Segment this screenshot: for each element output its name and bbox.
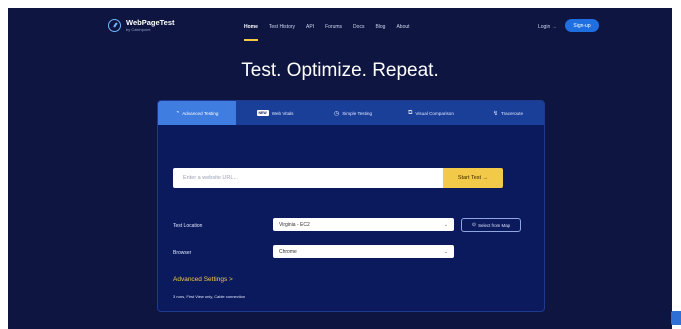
- page-frame: WebPageTest by Catchpoint Home Test Hist…: [8, 8, 672, 329]
- test-location-label: Test Location: [173, 223, 203, 229]
- nav-docs[interactable]: Docs: [353, 24, 364, 30]
- nav-home[interactable]: Home: [244, 24, 258, 41]
- test-location-select[interactable]: Virginia - EC2 ⌄: [273, 218, 454, 231]
- tab-label: Traceroute: [500, 110, 524, 116]
- nav-about[interactable]: About: [396, 24, 409, 30]
- tab-label: Visual Comparison: [415, 110, 454, 116]
- tab-advanced-testing[interactable]: ◔ Advanced Testing: [158, 101, 236, 125]
- start-test-button[interactable]: Start Test →: [443, 168, 503, 188]
- nav-blog[interactable]: Blog: [375, 24, 385, 30]
- tab-label: Web Vitals: [271, 110, 294, 116]
- main-nav: Home Test History API Forums Docs Blog A…: [244, 24, 421, 41]
- signup-button[interactable]: Sign-up: [565, 19, 599, 32]
- help-widget-icon[interactable]: [671, 311, 681, 325]
- select-from-map-button[interactable]: ⊙ Select from Map: [461, 218, 521, 232]
- advanced-settings-label: Advanced Settings: [173, 276, 228, 283]
- gauge-icon: ◔: [175, 110, 180, 116]
- browser-value: Chrome: [279, 248, 297, 255]
- nav-test-history[interactable]: Test History: [269, 24, 295, 30]
- chevron-right-icon: >: [229, 276, 233, 283]
- test-card: ◔ Advanced Testing NEW Web Vitals ◷ Simp…: [157, 100, 545, 312]
- browser-select[interactable]: Chrome ⌄: [273, 245, 454, 258]
- nav-api[interactable]: API: [306, 24, 314, 30]
- chevron-down-icon: ⌄: [443, 221, 448, 228]
- advanced-settings-toggle[interactable]: Advanced Settings >: [173, 276, 233, 283]
- new-badge: NEW: [256, 110, 269, 116]
- tab-simple-testing[interactable]: ◷ Simple Testing: [314, 101, 392, 125]
- tab-traceroute[interactable]: ↯ Traceroute: [470, 101, 544, 125]
- brand-name: WebPageTest: [126, 18, 175, 27]
- url-input[interactable]: [173, 168, 443, 188]
- map-icon: ⊙: [471, 222, 477, 228]
- brand-subtitle: by Catchpoint: [126, 27, 151, 32]
- compare-icon: ⧉: [408, 109, 413, 116]
- tab-visual-comparison[interactable]: ⧉ Visual Comparison: [392, 101, 470, 125]
- tab-web-vitals[interactable]: NEW Web Vitals: [236, 101, 314, 125]
- hero-headline: Test. Optimize. Repeat.: [241, 60, 439, 81]
- advanced-settings-summary: 3 runs, First View only, Cable connectio…: [173, 294, 246, 299]
- route-icon: ↯: [492, 110, 498, 117]
- test-type-tabs: ◔ Advanced Testing NEW Web Vitals ◷ Simp…: [158, 101, 544, 125]
- test-location-value: Virginia - EC2: [279, 221, 310, 228]
- nav-forums[interactable]: Forums: [325, 24, 342, 30]
- tab-label: Advanced Testing: [182, 110, 219, 116]
- tab-label: Simple Testing: [342, 110, 373, 116]
- brand-logo[interactable]: WebPageTest by Catchpoint: [108, 19, 175, 32]
- login-link[interactable]: Login →: [538, 24, 557, 30]
- browser-label: Browser: [173, 250, 192, 256]
- map-button-label: Select from Map: [478, 222, 511, 228]
- gauge-logo-icon: [108, 19, 121, 32]
- chevron-down-icon: ⌄: [443, 248, 448, 255]
- clock-icon: ◷: [333, 110, 340, 117]
